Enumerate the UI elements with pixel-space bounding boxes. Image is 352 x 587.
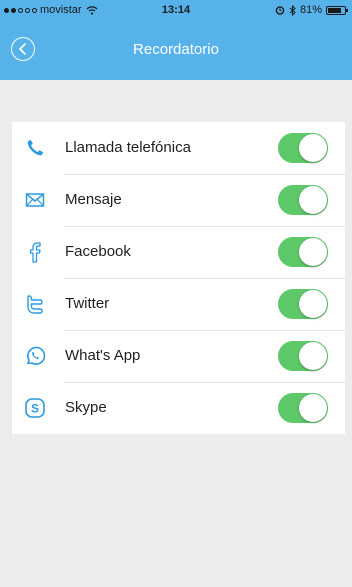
bluetooth-icon: [289, 4, 296, 16]
toggle-switch[interactable]: [278, 341, 328, 371]
toggle-switch[interactable]: [278, 133, 328, 163]
toggle-knob: [299, 290, 327, 318]
status-bar: movistar 13:14 81%: [0, 0, 352, 20]
toggle-knob: [299, 238, 327, 266]
setting-label: Skype: [65, 399, 107, 416]
toggle-switch[interactable]: [278, 393, 328, 423]
alarm-icon: [275, 6, 285, 15]
facebook-icon: [24, 241, 46, 263]
header: movistar 13:14 81% Recordatorio: [0, 0, 352, 80]
toggle-knob: [299, 394, 327, 422]
setting-label: Mensaje: [65, 191, 122, 208]
whatsapp-icon: [24, 345, 46, 367]
battery-percent: 81%: [299, 4, 322, 16]
setting-row-phone: Llamada telefónica: [12, 122, 345, 174]
toggle-switch[interactable]: [278, 289, 328, 319]
screen: movistar 13:14 81% Recordatorio Llamada …: [0, 0, 352, 587]
setting-label: Llamada telefónica: [65, 139, 191, 156]
nav-bar: Recordatorio: [0, 28, 352, 72]
setting-row-twitter: Twitter: [12, 278, 345, 330]
status-right: 81%: [275, 4, 348, 16]
toggle-knob: [299, 186, 327, 214]
setting-row-skype: S Skype: [12, 382, 345, 434]
setting-row-message: Mensaje: [12, 174, 345, 226]
svg-text:S: S: [31, 402, 39, 416]
twitter-icon: [24, 293, 46, 315]
battery-fill: [328, 7, 341, 13]
mail-icon: [24, 189, 46, 211]
setting-label: Twitter: [65, 295, 110, 312]
toggle-switch[interactable]: [278, 237, 328, 267]
battery-icon: [326, 5, 348, 15]
toggle-knob: [299, 134, 327, 162]
setting-label: Facebook: [65, 243, 131, 260]
toggle-knob: [299, 342, 327, 370]
page-title: Recordatorio: [133, 41, 219, 58]
settings-list: Llamada telefónica Mensaje Facebook Twit…: [12, 122, 345, 434]
toggle-switch[interactable]: [278, 185, 328, 215]
skype-icon: S: [24, 397, 46, 419]
setting-row-whatsapp: What's App: [12, 330, 345, 382]
setting-row-facebook: Facebook: [12, 226, 345, 278]
phone-icon: [24, 137, 46, 159]
setting-label: What's App: [65, 347, 141, 364]
